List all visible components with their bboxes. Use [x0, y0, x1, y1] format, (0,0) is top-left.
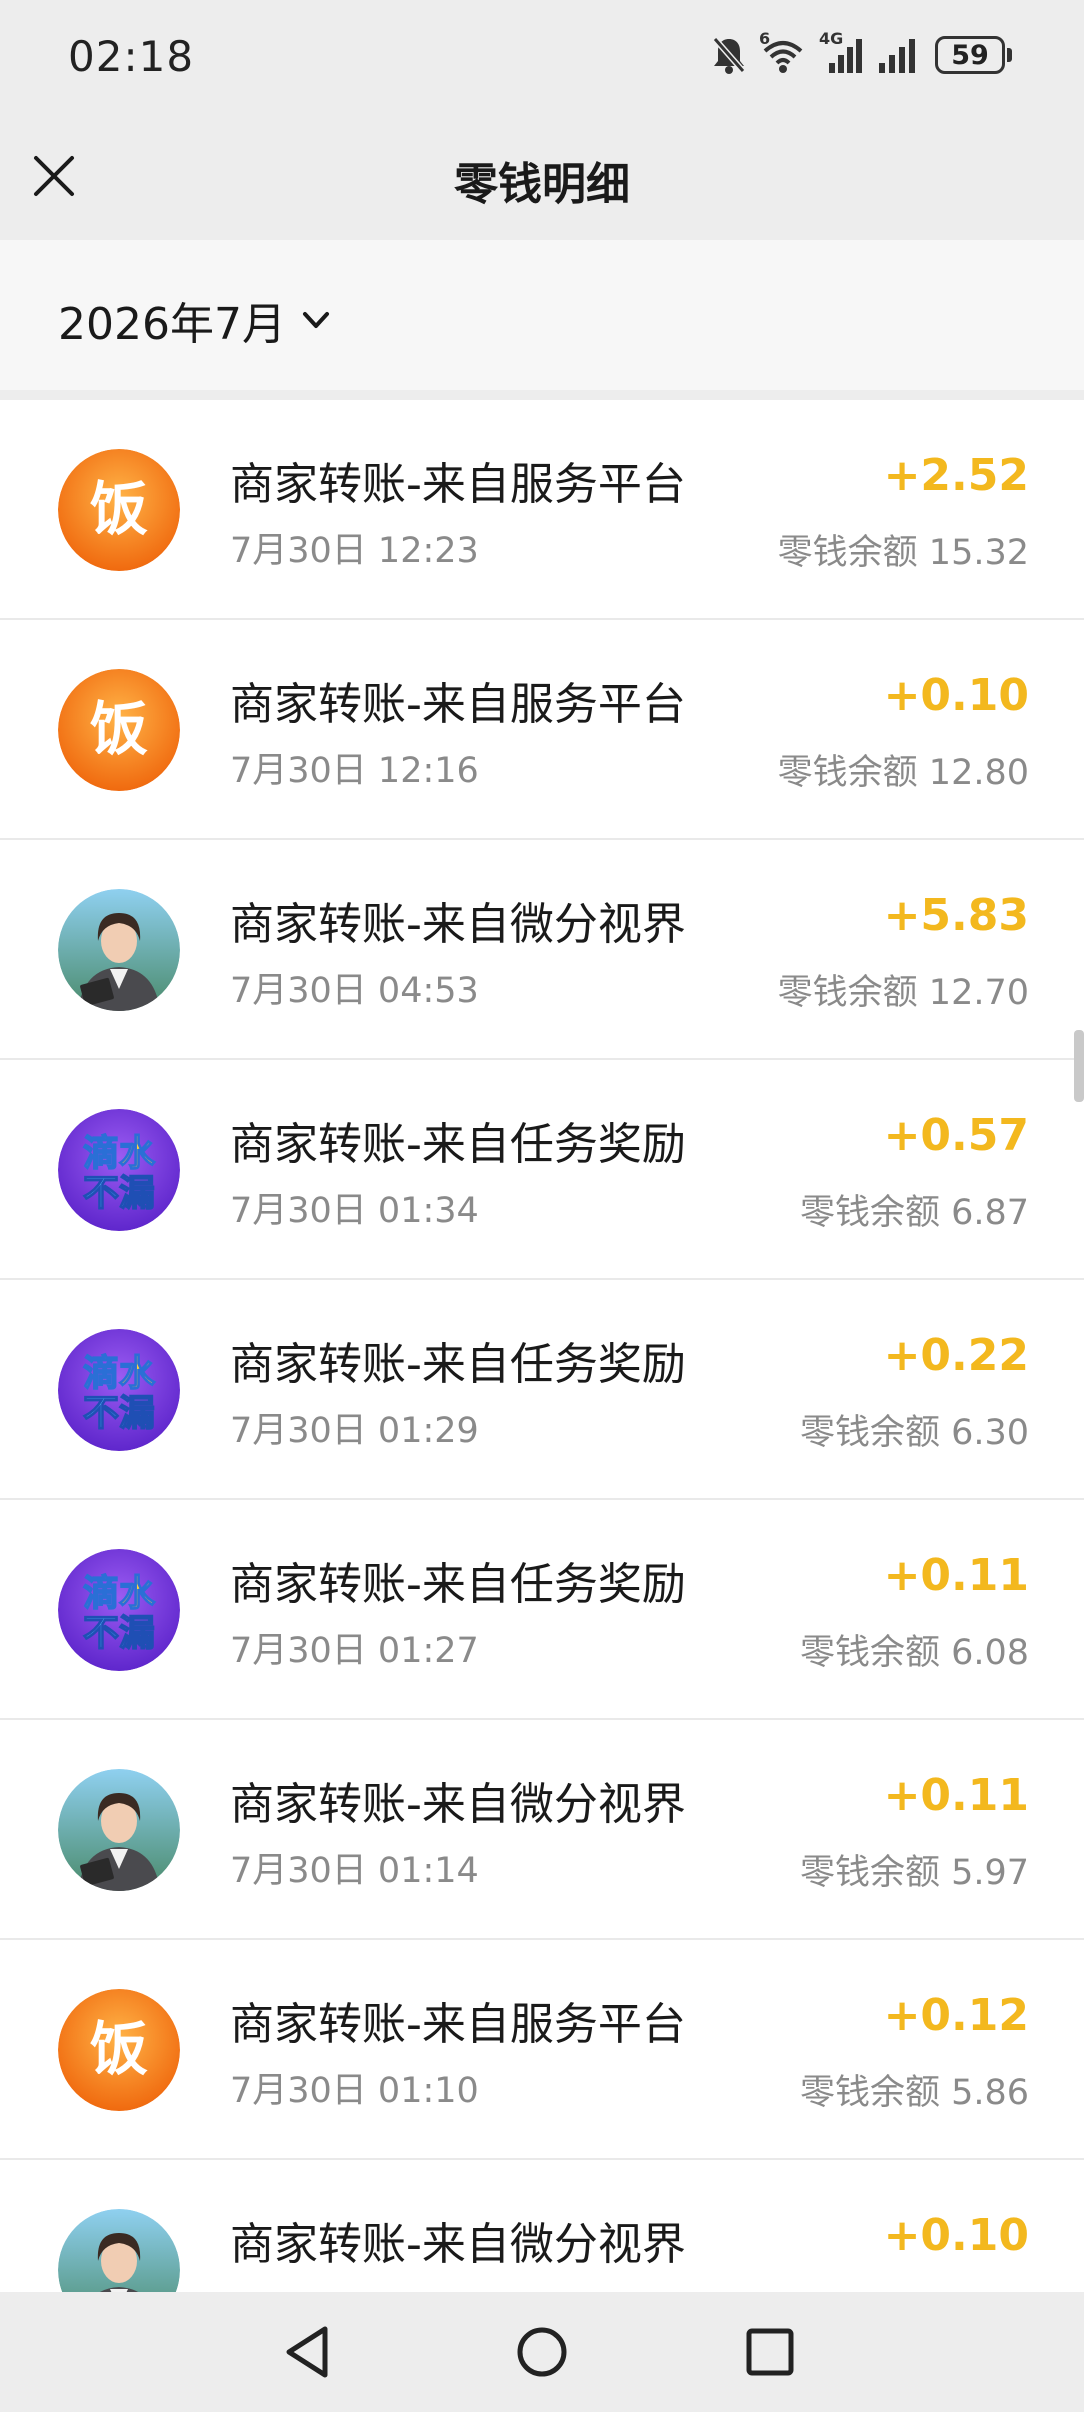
- back-icon: [286, 2326, 328, 2378]
- transaction-title: 商家转账-来自服务平台: [230, 679, 686, 730]
- month-filter-bar: 2026年7月: [0, 240, 1084, 390]
- transaction-amount: +0.10: [883, 2210, 1029, 2261]
- dishui-avatar: 滴水 不漏: [58, 1109, 180, 1231]
- transaction-time: 7月30日 12:16: [230, 751, 479, 791]
- transaction-amount: +2.52: [883, 450, 1029, 501]
- transaction-row[interactable]: 滴水 不漏 商家转账-来自任务奖励 7月30日 01:29 +0.22 零钱余额…: [0, 1280, 1084, 1500]
- home-button[interactable]: [507, 2317, 577, 2387]
- transaction-time: 7月30日 12:23: [230, 531, 479, 571]
- month-picker[interactable]: 2026年7月: [58, 288, 332, 352]
- transaction-balance: 零钱余额 6.30: [799, 1413, 1029, 1453]
- network-label: 4G: [819, 29, 844, 48]
- transaction-amount: +0.57: [883, 1110, 1029, 1161]
- battery-level: 59: [935, 36, 1005, 74]
- transaction-row[interactable]: 滴水 不漏 商家转账-来自任务奖励 7月30日 01:34 +0.57 零钱余额…: [0, 1060, 1084, 1280]
- transaction-title: 商家转账-来自微分视界: [230, 1779, 686, 1830]
- transaction-balance: 零钱余额 5.97: [799, 1853, 1029, 1893]
- transaction-title: 商家转账-来自服务平台: [230, 1999, 686, 2050]
- woman-avatar: [58, 2209, 180, 2292]
- recent-apps-icon: [746, 2328, 794, 2376]
- fan-avatar-text: 饭: [90, 695, 148, 763]
- scrollbar[interactable]: [1074, 1030, 1084, 1102]
- battery-icon: 59: [935, 36, 1012, 74]
- wifi-icon: 6: [759, 29, 805, 75]
- home-icon: [517, 2327, 567, 2377]
- month-label: 2026年7月: [58, 299, 286, 350]
- transaction-title: 商家转账-来自服务平台: [230, 459, 686, 510]
- transaction-title: 商家转账-来自微分视界: [230, 899, 686, 950]
- transaction-amount: +0.11: [883, 1770, 1029, 1821]
- transaction-row[interactable]: 商家转账-来自微分视界 7月30日 01:14 +0.11 零钱余额 5.97: [0, 1720, 1084, 1940]
- signal-icon: [877, 35, 921, 75]
- transaction-amount: +0.12: [883, 1990, 1029, 2041]
- transaction-balance: 零钱余额 15.32: [777, 533, 1029, 573]
- transaction-list[interactable]: 饭 商家转账-来自服务平台 7月30日 12:23 +2.52 零钱余额 15.…: [0, 400, 1084, 2292]
- status-icons: 6 4G 59: [711, 29, 1012, 80]
- wifi-label: 6: [759, 29, 771, 48]
- recent-apps-button[interactable]: [735, 2317, 805, 2387]
- transaction-row[interactable]: 商家转账-来自微分视界 7月30日 04:53 +5.83 零钱余额 12.70: [0, 840, 1084, 1060]
- fan-avatar: 饭: [58, 449, 180, 571]
- transaction-amount: +0.22: [883, 1330, 1029, 1381]
- dishui-text-line1: 滴水: [83, 1573, 156, 1614]
- transaction-time: 7月30日 01:0?: [230, 2282, 475, 2292]
- fan-avatar: 饭: [58, 669, 180, 791]
- transaction-title: 商家转账-来自微分视界: [230, 2219, 686, 2270]
- transaction-time: 7月30日 01:34: [230, 1191, 479, 1231]
- transaction-balance: 零钱余额 12.70: [777, 973, 1029, 1013]
- transaction-title: 商家转账-来自任务奖励: [230, 1119, 686, 1170]
- fan-avatar-text: 饭: [90, 2015, 148, 2083]
- transaction-amount: +0.11: [883, 1550, 1029, 1601]
- transaction-balance: 零钱余额 ?: [859, 2284, 1029, 2292]
- title-bar: 零钱明细: [0, 110, 1084, 240]
- dishui-text-line2: 不漏: [83, 1173, 155, 1214]
- transaction-time: 7月30日 01:29: [230, 1411, 479, 1451]
- transaction-row[interactable]: 饭 商家转账-来自服务平台 7月30日 12:16 +0.10 零钱余额 12.…: [0, 620, 1084, 840]
- dishui-text-line2: 不漏: [83, 1613, 155, 1654]
- transaction-balance: 零钱余额 6.08: [799, 1633, 1029, 1673]
- transaction-time: 7月30日 01:10: [230, 2071, 479, 2111]
- transaction-row[interactable]: 饭 商家转账-来自服务平台 7月30日 12:23 +2.52 零钱余额 15.…: [0, 400, 1084, 620]
- dishui-avatar: 滴水 不漏: [58, 1329, 180, 1451]
- dishui-text-line1: 滴水: [83, 1133, 156, 1174]
- transaction-time: 7月30日 04:53: [230, 971, 479, 1011]
- transaction-balance: 零钱余额 12.80: [777, 753, 1029, 793]
- dishui-avatar: 滴水 不漏: [58, 1549, 180, 1671]
- dishui-text-line1: 滴水: [83, 1353, 156, 1394]
- transaction-row[interactable]: 商家转账-来自微分视界 7月30日 01:0? +0.10 零钱余额 ?: [0, 2160, 1084, 2292]
- transaction-title: 商家转账-来自任务奖励: [230, 1559, 686, 1610]
- mute-icon: [711, 35, 747, 75]
- status-time: 02:18: [68, 32, 195, 81]
- woman-avatar: [58, 1769, 180, 1891]
- fan-avatar: 饭: [58, 1989, 180, 2111]
- system-nav-bar: [0, 2292, 1084, 2412]
- woman-avatar: [58, 889, 180, 1011]
- status-bar: 02:18 6 4G 59: [0, 0, 1084, 110]
- transaction-time: 7月30日 01:14: [230, 1851, 479, 1891]
- transaction-balance: 零钱余额 6.87: [799, 1193, 1029, 1233]
- dishui-text-line2: 不漏: [83, 1393, 155, 1434]
- transaction-balance: 零钱余额 5.86: [799, 2073, 1029, 2113]
- chevron-down-icon: [302, 312, 329, 328]
- transaction-row[interactable]: 饭 商家转账-来自服务平台 7月30日 01:10 +0.12 零钱余额 5.8…: [0, 1940, 1084, 2160]
- transaction-time: 7月30日 01:27: [230, 1631, 479, 1671]
- battery-tip: [1007, 48, 1012, 62]
- transaction-title: 商家转账-来自任务奖励: [230, 1339, 686, 1390]
- transaction-amount: +0.10: [883, 670, 1029, 721]
- back-button[interactable]: [275, 2317, 345, 2387]
- fan-avatar-text: 饭: [90, 475, 148, 543]
- transaction-row[interactable]: 滴水 不漏 商家转账-来自任务奖励 7月30日 01:27 +0.11 零钱余额…: [0, 1500, 1084, 1720]
- page-title: 零钱明细: [454, 159, 630, 210]
- transaction-amount: +5.83: [883, 890, 1029, 941]
- signal-4g-icon: 4G: [819, 29, 863, 75]
